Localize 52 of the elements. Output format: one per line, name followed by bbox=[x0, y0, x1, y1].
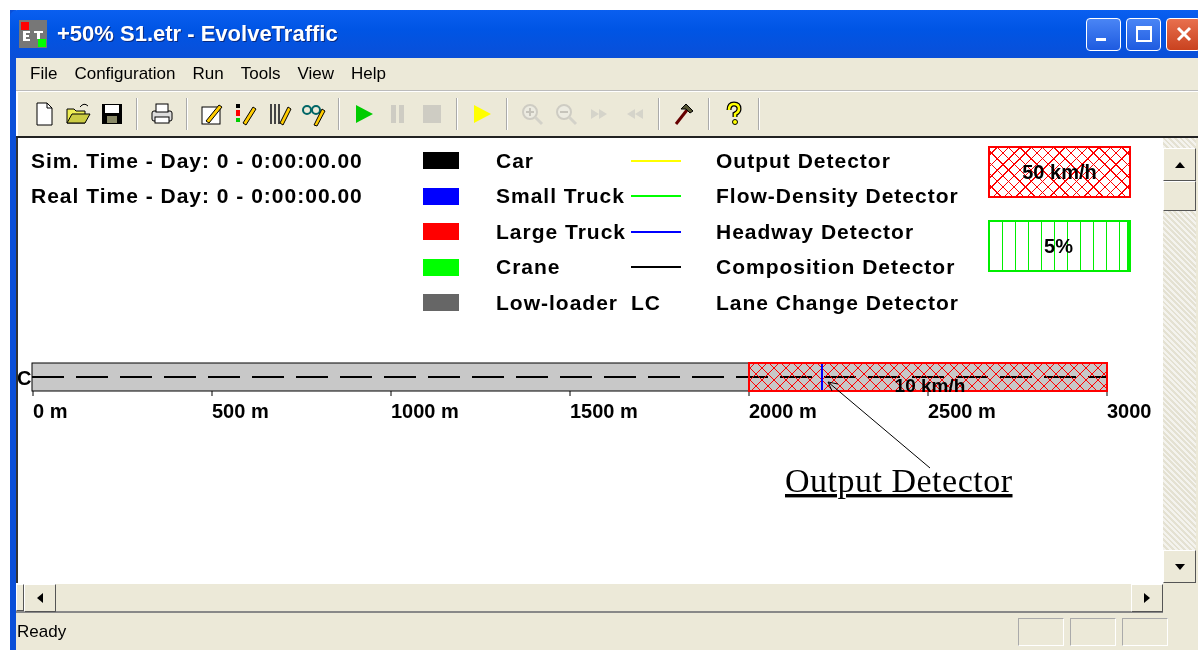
detector-label: Lane Change Detector bbox=[716, 290, 959, 315]
vehicle-label: Crane bbox=[496, 255, 561, 280]
distance-label: 1000 m bbox=[391, 400, 459, 422]
vertical-scrollbar[interactable] bbox=[1163, 138, 1196, 583]
maximize-icon bbox=[1133, 24, 1154, 44]
scroll-thumb[interactable] bbox=[1163, 181, 1196, 211]
menu-item[interactable]: Tools bbox=[233, 64, 291, 84]
vehicle-label: Small Truck bbox=[496, 184, 625, 209]
scroll-right-button[interactable] bbox=[1131, 584, 1163, 612]
menu-item[interactable]: Run bbox=[185, 64, 234, 84]
up-arrow-icon bbox=[1173, 160, 1186, 169]
window-title: +50% S1.etr - EvolveTraffic bbox=[57, 21, 339, 47]
minimize-icon bbox=[1096, 37, 1106, 41]
menu-item[interactable]: View bbox=[290, 64, 344, 84]
close-button[interactable] bbox=[1166, 17, 1198, 51]
app-icon bbox=[19, 20, 47, 48]
detector-marker bbox=[821, 363, 823, 391]
status-text: Ready bbox=[17, 621, 68, 642]
down-arrow-icon bbox=[1173, 562, 1186, 571]
scroll-down-button[interactable] bbox=[1163, 550, 1196, 583]
menu-item[interactable]: File bbox=[23, 64, 68, 84]
detector-label: Composition Detector bbox=[716, 255, 956, 280]
vehicle-label: Car bbox=[496, 148, 535, 173]
status-pane bbox=[1018, 617, 1064, 646]
distance-label: 3000 bbox=[1107, 400, 1152, 422]
distance-label: 1500 m bbox=[570, 400, 638, 422]
detector-label: Headway Detector bbox=[716, 219, 915, 244]
distance-label: 0 m bbox=[33, 400, 68, 422]
minimize-button[interactable] bbox=[1086, 17, 1121, 51]
callout-label: Output Detector bbox=[785, 462, 1013, 499]
status-pane bbox=[1122, 617, 1168, 646]
distance-label: 2000 m bbox=[749, 400, 817, 422]
scroll-left-button[interactable] bbox=[24, 584, 56, 612]
maximize-button[interactable] bbox=[1126, 17, 1161, 51]
left-arrow-icon bbox=[36, 592, 44, 604]
distance-label: 2500 m bbox=[928, 400, 996, 422]
detector-label: Output Detector bbox=[716, 148, 891, 173]
scroll-up-button[interactable] bbox=[1163, 148, 1196, 181]
horizontal-scrollbar[interactable] bbox=[16, 583, 1163, 613]
menu-item[interactable]: Help bbox=[343, 64, 396, 84]
menu-item[interactable]: Configuration bbox=[67, 64, 186, 84]
detector-symbol: LC bbox=[631, 290, 661, 315]
road-label: C bbox=[18, 367, 32, 389]
status-pane bbox=[1070, 617, 1116, 646]
scroll-thumb[interactable] bbox=[16, 584, 24, 611]
detector-label: Flow-Density Detector bbox=[716, 184, 959, 209]
real-time: Real Time - Day: 0 - 0:00:00.00 bbox=[31, 184, 363, 209]
vehicle-label: Low-loader bbox=[496, 290, 618, 315]
vehicle-label: Large Truck bbox=[496, 219, 627, 244]
distance-label: 500 m bbox=[212, 400, 269, 422]
sim-time: Sim. Time - Day: 0 - 0:00:00.00 bbox=[31, 148, 363, 173]
right-arrow-icon bbox=[1143, 592, 1151, 604]
